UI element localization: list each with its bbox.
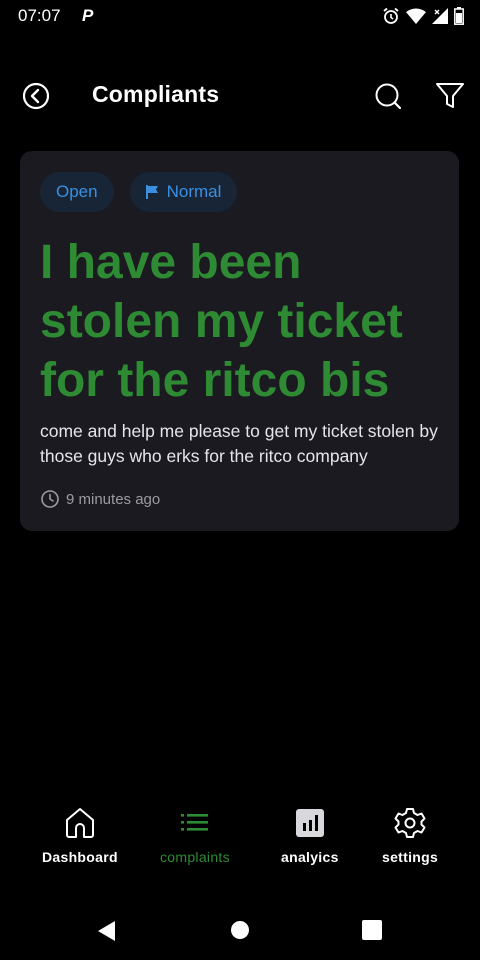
nav-item-analytics[interactable]: analyics — [281, 806, 339, 865]
battery-icon — [454, 7, 464, 25]
system-recents-icon[interactable] — [360, 919, 384, 943]
nav-label-settings: settings — [382, 849, 439, 865]
complaint-title: I have been stolen my ticket for the rit… — [40, 236, 403, 407]
bottom-navigation: Dashboard complaints analyics settings — [0, 800, 480, 880]
alarm-icon — [383, 7, 399, 24]
status-badge-label: Open — [56, 182, 98, 201]
complaint-timestamp: 9 minutes ago — [40, 489, 160, 509]
home-icon — [65, 808, 94, 838]
wifi-icon — [406, 8, 426, 24]
complaint-time-label: 9 minutes ago — [66, 490, 161, 508]
search-button[interactable] — [372, 80, 404, 112]
page-title: Compliants — [92, 81, 220, 107]
analytics-icon — [295, 809, 324, 837]
app-bar: Compliants — [0, 68, 480, 124]
priority-badge: Normal — [129, 172, 238, 212]
status-icons — [382, 6, 464, 26]
search-icon — [375, 83, 402, 110]
system-navigation-bar — [0, 905, 480, 955]
back-circle-icon — [22, 82, 50, 110]
status-bar: 07:07 P — [0, 0, 480, 32]
system-home-icon[interactable] — [228, 919, 252, 943]
list-icon — [180, 814, 208, 831]
back-button[interactable] — [20, 80, 52, 112]
priority-badge-label: Normal — [166, 182, 222, 201]
nav-label-analytics: analyics — [281, 849, 339, 865]
status-time: 07:07 — [18, 6, 61, 25]
complaint-chips: Open Normal — [40, 172, 238, 212]
filter-icon — [436, 83, 464, 108]
clock-icon — [41, 490, 59, 508]
nav-label-dashboard: Dashboard — [42, 849, 118, 865]
filter-button[interactable] — [434, 80, 466, 112]
complaint-description: come and help me please to get my ticket… — [40, 421, 438, 466]
nav-label-complaints: complaints — [160, 849, 230, 865]
nav-item-complaints[interactable]: complaints — [160, 806, 230, 865]
gear-icon — [394, 808, 426, 838]
nav-item-settings[interactable]: settings — [382, 806, 438, 865]
flag-icon — [145, 185, 158, 199]
system-back-icon[interactable] — [95, 919, 119, 943]
signal-icon — [432, 8, 448, 24]
complaint-card[interactable]: Open Normal I have been stolen my ticket… — [20, 151, 459, 531]
app-notification-icon: P — [82, 6, 94, 25]
nav-item-dashboard[interactable]: Dashboard — [42, 806, 118, 865]
status-badge: Open — [40, 172, 114, 212]
